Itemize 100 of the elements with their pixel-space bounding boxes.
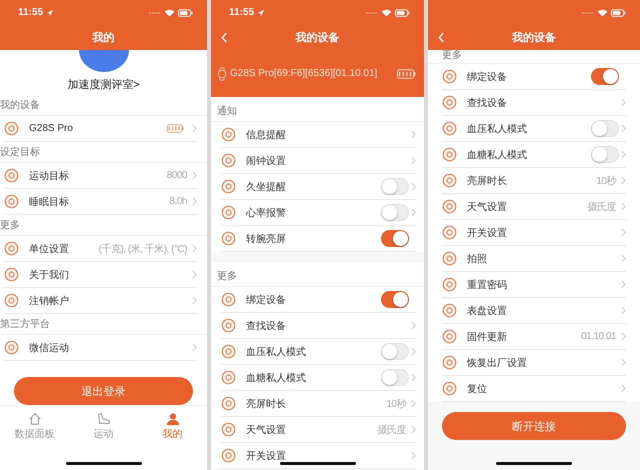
ring-icon — [221, 396, 236, 411]
setting-value: 8000 — [166, 170, 187, 181]
setting-label[interactable]: 血压私人模式 — [246, 344, 306, 358]
setting-label[interactable]: 查找设备 — [246, 318, 286, 332]
toggle-switch[interactable] — [381, 178, 409, 195]
setting-label[interactable]: 固件更新 — [467, 330, 507, 344]
chevron-icon — [411, 425, 416, 434]
signal-icon — [366, 10, 378, 14]
setting-value: 01.10.01 — [581, 331, 616, 342]
setting-label[interactable]: 血糖私人模式 — [467, 148, 527, 162]
chevron-icon — [192, 124, 197, 133]
setting-label[interactable]: 血糖私人模式 — [246, 370, 306, 384]
setting-label[interactable]: 拍照 — [467, 252, 487, 266]
chevron-icon — [621, 384, 626, 393]
setting-label[interactable]: 亮屏时长 — [246, 396, 286, 410]
setting-value: (千克), (米, 千米), (°C) — [98, 242, 187, 256]
chevron-icon — [621, 176, 626, 185]
chevron-icon — [192, 343, 197, 352]
ring-icon — [442, 173, 457, 188]
profile-name[interactable]: 加速度测评室> — [67, 77, 140, 92]
toggle-switch[interactable] — [381, 291, 409, 308]
toggle-switch[interactable] — [591, 120, 619, 137]
setting-value: 8.0h — [170, 196, 187, 207]
setting-label[interactable]: 单位设置 — [29, 242, 69, 256]
toggle-switch[interactable] — [591, 68, 619, 85]
ring-icon — [221, 179, 236, 194]
setting-label[interactable]: 恢复出厂设置 — [467, 356, 527, 370]
ring-icon — [221, 153, 236, 168]
chevron-icon — [192, 244, 197, 253]
ring-icon — [221, 127, 236, 142]
ring-icon — [4, 340, 19, 355]
setting-label[interactable]: G28S Pro — [29, 123, 73, 134]
toggle-switch[interactable] — [381, 230, 409, 247]
ring-icon — [221, 422, 236, 437]
toggle-switch[interactable] — [381, 343, 409, 360]
setting-label[interactable]: 复位 — [467, 382, 487, 396]
battery-icon — [395, 8, 410, 16]
ring-icon — [221, 231, 236, 246]
chevron-icon — [411, 156, 416, 165]
setting-label[interactable]: 微信运动 — [29, 340, 69, 354]
arrow-icon — [46, 8, 54, 16]
ring-icon — [442, 355, 457, 370]
ring-icon — [4, 121, 19, 136]
chevron-icon — [621, 280, 626, 289]
setting-label[interactable]: 开关设置 — [467, 226, 507, 240]
battery-icon — [611, 8, 626, 16]
wifi-icon — [381, 8, 392, 16]
chevron-icon — [621, 150, 626, 159]
setting-label[interactable]: 查找设备 — [467, 96, 507, 110]
setting-label[interactable]: 天气设置 — [246, 422, 286, 436]
signal-icon — [582, 10, 594, 14]
ring-icon — [221, 318, 236, 333]
chevron-icon — [192, 171, 197, 180]
device-info: G28S Pro[69:F6][6536][01.10.01] — [230, 68, 378, 79]
setting-label[interactable]: 心率报警 — [246, 206, 286, 220]
screen-title: 我的 — [92, 30, 114, 45]
person-icon — [166, 412, 180, 426]
chevron-icon — [192, 197, 197, 206]
chevron-icon — [621, 358, 626, 367]
watch-icon — [217, 66, 227, 80]
setting-label[interactable]: 睡眠目标 — [29, 194, 69, 208]
setting-label[interactable]: 重置密码 — [467, 278, 507, 292]
screen-title: 我的设备 — [296, 30, 340, 45]
chevron-icon — [411, 130, 416, 139]
setting-label[interactable]: 久坐提醒 — [246, 180, 286, 194]
chevron-icon — [411, 321, 416, 330]
chevron-icon — [411, 373, 416, 382]
ring-icon — [442, 69, 457, 84]
setting-label[interactable]: 天气设置 — [467, 200, 507, 214]
shoe-icon — [96, 412, 110, 426]
toggle-switch[interactable] — [381, 369, 409, 386]
toggle-switch[interactable] — [591, 146, 619, 163]
ring-icon — [442, 277, 457, 292]
setting-label[interactable]: 闹钟设置 — [246, 154, 286, 168]
ring-icon — [442, 199, 457, 214]
setting-value: 10秒 — [596, 174, 616, 188]
ring-icon — [442, 303, 457, 318]
setting-label[interactable]: 血压私人模式 — [467, 122, 527, 136]
setting-label[interactable]: 亮屏时长 — [467, 174, 507, 188]
setting-label[interactable]: 信息提醒 — [246, 128, 286, 142]
avatar[interactable] — [78, 50, 128, 72]
back-icon[interactable] — [438, 32, 445, 43]
setting-label[interactable]: 运动目标 — [29, 168, 69, 182]
setting-label[interactable]: 注销帐户 — [29, 294, 69, 308]
toggle-switch[interactable] — [381, 204, 409, 221]
arrow-icon — [257, 8, 266, 16]
setting-label[interactable]: 关于我们 — [29, 268, 69, 282]
ring-icon — [221, 370, 236, 385]
setting-label[interactable]: 转腕亮屏 — [246, 232, 286, 246]
setting-label[interactable]: 表盘设置 — [467, 304, 507, 318]
ring-icon — [4, 194, 19, 209]
ring-icon — [442, 225, 457, 240]
setting-label[interactable]: 开关设置 — [246, 448, 286, 462]
wifi-icon — [164, 8, 175, 16]
chevron-icon — [621, 306, 626, 315]
setting-label[interactable]: 绑定设备 — [467, 70, 507, 84]
chevron-icon — [621, 98, 626, 107]
back-icon[interactable] — [221, 32, 228, 43]
ring-icon — [442, 329, 457, 344]
setting-label[interactable]: 绑定设备 — [246, 292, 286, 306]
